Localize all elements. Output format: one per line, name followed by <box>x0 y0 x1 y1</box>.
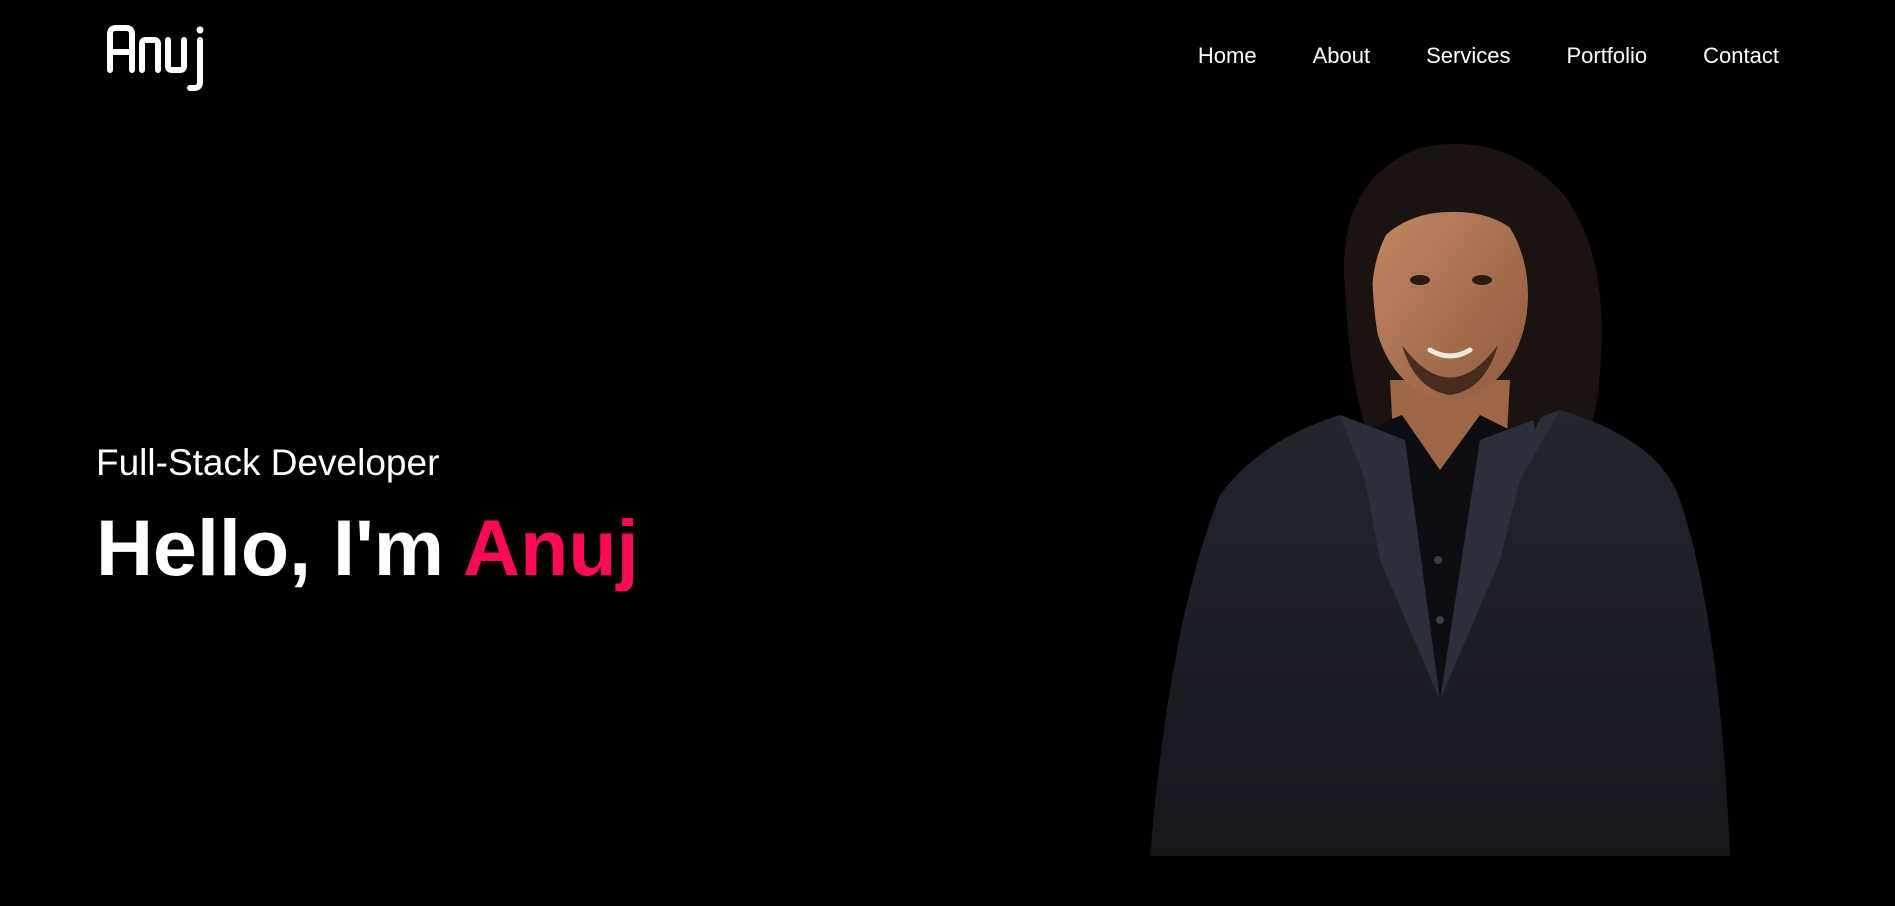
nav-contact-link[interactable]: Contact <box>1703 40 1779 72</box>
logo-icon <box>107 25 204 91</box>
hero-subtitle: Full-Stack Developer <box>96 442 440 483</box>
logo-link[interactable] <box>104 22 214 94</box>
hero-title: Hello, I'm Anuj <box>96 502 639 594</box>
hero-greeting: Hello, I'm <box>96 503 464 592</box>
nav-services-link[interactable]: Services <box>1426 40 1510 72</box>
hero-name: Anuj <box>463 503 639 592</box>
profile-photo <box>1140 140 1740 856</box>
main-nav: Home About Services Portfolio Contact <box>1142 40 1779 72</box>
nav-portfolio-link[interactable]: Portfolio <box>1566 40 1647 72</box>
person-portrait-icon <box>1150 143 1730 856</box>
nav-about-link[interactable]: About <box>1313 40 1371 72</box>
page: Home About Services Portfolio Contact Fu… <box>0 0 1895 906</box>
nav-home-link[interactable]: Home <box>1198 40 1257 72</box>
hero-section: Full-Stack Developer Hello, I'm Anuj <box>96 440 639 594</box>
